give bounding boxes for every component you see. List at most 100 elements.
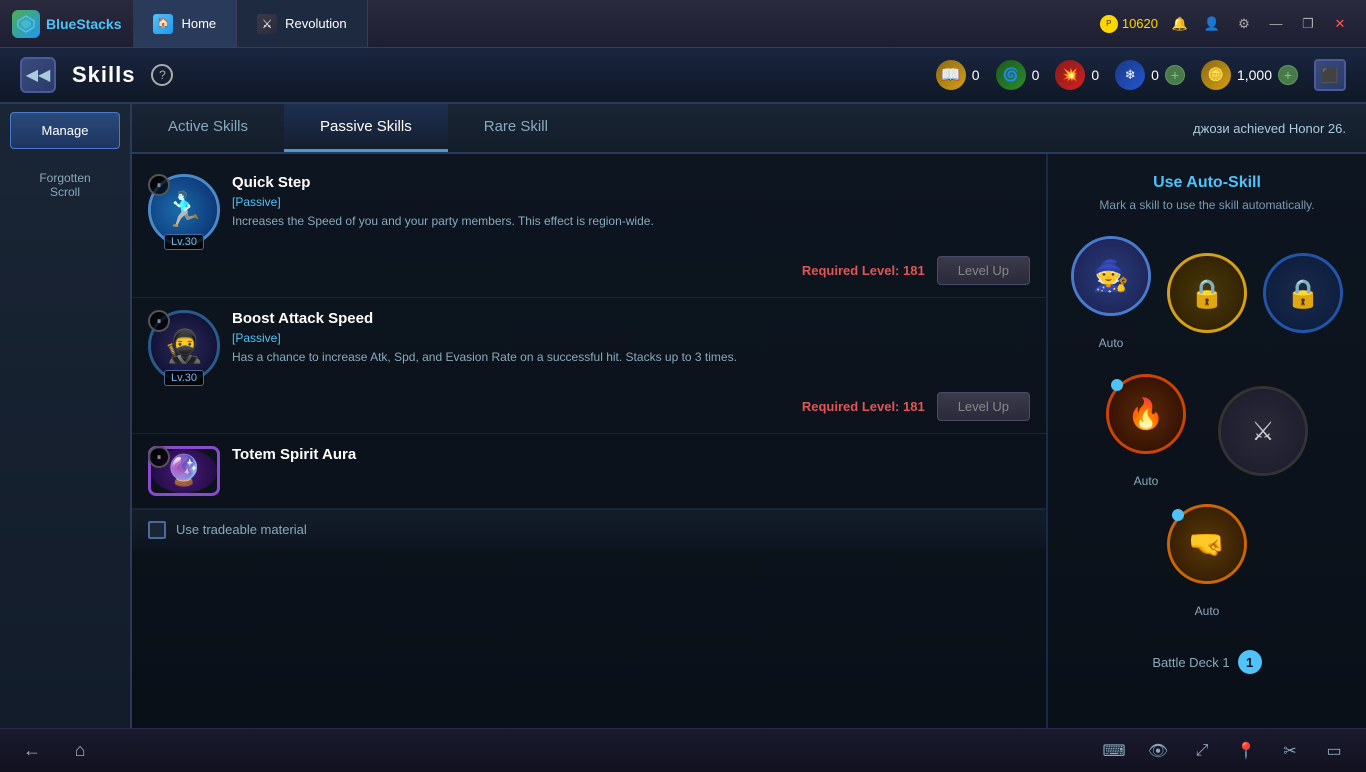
- tab-rare-skill[interactable]: Rare Skill: [448, 104, 584, 152]
- back-icon: ◀◀: [26, 65, 51, 85]
- notification-text: джози achieved Honor 26.: [1193, 121, 1346, 136]
- skill-slot-fist[interactable]: 🤜: [1167, 504, 1247, 584]
- exit-icon: ⬛: [1321, 67, 1338, 84]
- gold-icon: 🪙: [1201, 60, 1231, 90]
- boost-pause-badge[interactable]: ⏸: [148, 310, 170, 332]
- keyboard-icon[interactable]: ⌨: [1098, 735, 1130, 767]
- fullscreen-icon[interactable]: ⤢: [1186, 735, 1218, 767]
- boost-req-level: Required Level: 181: [802, 399, 925, 414]
- notifications-bell[interactable]: 🔔: [1170, 14, 1190, 34]
- fire-label: Auto: [1106, 474, 1186, 488]
- eye-icon[interactable]: 👁: [1142, 735, 1174, 767]
- totem-info: Totem Spirit Aura: [232, 446, 1030, 467]
- skill-main-row-boost: ⏸ Lv.30 Boost Attack Speed [Passive] Has…: [148, 310, 1030, 382]
- tradeable-label: Use tradeable material: [176, 522, 307, 537]
- skill-entry-quick-step: ⏸ Lv.30 Quick Step [Passive] Increases t…: [132, 162, 1046, 298]
- battle-deck-label: Battle Deck 1: [1152, 655, 1229, 670]
- coins-amount: 10620: [1122, 16, 1158, 31]
- boost-info: Boost Attack Speed [Passive] Has a chanc…: [232, 310, 1030, 366]
- sidebar-item-forgotten-scroll[interactable]: ForgottenScroll: [10, 161, 120, 209]
- quick-step-pause-badge[interactable]: ⏸: [148, 174, 170, 196]
- bottom-bar: Use tradeable material: [132, 509, 1046, 549]
- notification-bar: джози achieved Honor 26.: [1173, 104, 1366, 152]
- gold-amount: 1,000: [1237, 67, 1272, 83]
- quick-step-footer: Required Level: 181 Level Up: [148, 256, 1030, 285]
- bluestacks-logo: BlueStacks: [0, 10, 133, 38]
- quick-step-tag: [Passive]: [232, 195, 1030, 209]
- scissors-icon[interactable]: ✂: [1274, 735, 1306, 767]
- gem-blue-amount: 0: [1151, 67, 1159, 83]
- tradeable-checkbox[interactable]: [148, 521, 166, 539]
- warrior-icon: 🧙: [1074, 239, 1148, 313]
- revolution-tab-label: Revolution: [285, 16, 346, 31]
- auto-skill-panel: Use Auto-Skill Mark a skill to use the s…: [1046, 154, 1366, 728]
- book-icon: 📖: [936, 60, 966, 90]
- auto-skill-title: Use Auto-Skill: [1153, 174, 1261, 192]
- slot-row-bottom: 🤜 Auto: [1167, 504, 1247, 618]
- totem-name: Totem Spirit Aura: [232, 446, 1030, 463]
- home-nav-button[interactable]: ⌂: [64, 735, 96, 767]
- taskbar-right: ⌨ 👁 ⤢ 📍 ✂ ▭: [1098, 735, 1350, 767]
- game-header: ◀◀ Skills ? 📖 0 🌀 0 💥 0 ❄ 0 + 🪙: [0, 48, 1366, 104]
- restore-button[interactable]: ❐: [1298, 14, 1318, 34]
- deck-badge[interactable]: 1: [1238, 650, 1262, 674]
- resource-book: 📖 0: [936, 60, 980, 90]
- active-skills-label: Active Skills: [168, 118, 248, 135]
- quick-step-req-level: Required Level: 181: [802, 263, 925, 278]
- boost-tag: [Passive]: [232, 331, 1030, 345]
- gem-red-icon: 💥: [1055, 60, 1085, 90]
- fire-dot: [1111, 379, 1123, 391]
- titlebar: BlueStacks 🏠 Home ⚔ Revolution P 10620 🔔…: [0, 0, 1366, 48]
- coin-icon: P: [1100, 15, 1118, 33]
- close-button[interactable]: ✕: [1330, 14, 1350, 34]
- sidebar-item-manage[interactable]: Manage: [10, 112, 120, 149]
- exit-button[interactable]: ⬛: [1314, 59, 1346, 91]
- location-icon[interactable]: 📍: [1230, 735, 1262, 767]
- skill-slot-warrior[interactable]: 🧙: [1071, 236, 1151, 316]
- user-avatar[interactable]: 👤: [1202, 14, 1222, 34]
- tab-active-skills[interactable]: Active Skills: [132, 104, 284, 152]
- gem-red-amount: 0: [1091, 67, 1099, 83]
- fist-label: Auto: [1167, 604, 1247, 618]
- tab-revolution[interactable]: ⚔ Revolution: [237, 0, 367, 47]
- titlebar-right: P 10620 🔔 👤 ⚙ — ❐ ✕: [1084, 14, 1366, 34]
- taskbar-left: ← ⌂: [16, 735, 96, 767]
- home-tab-label: Home: [181, 16, 216, 31]
- quick-step-level-up-btn[interactable]: Level Up: [937, 256, 1030, 285]
- gem-green-icon: 🌀: [996, 60, 1026, 90]
- quick-step-info: Quick Step [Passive] Increases the Speed…: [232, 174, 1030, 230]
- boost-icon-wrap: ⏸ Lv.30: [148, 310, 220, 382]
- resource-gem-green: 🌀 0: [996, 60, 1040, 90]
- boost-level: Lv.30: [164, 370, 204, 386]
- gem-blue-plus[interactable]: +: [1165, 65, 1185, 85]
- skill-slot-gold-lock[interactable]: 🔒: [1167, 253, 1247, 333]
- fist-dot: [1172, 509, 1184, 521]
- help-button[interactable]: ?: [151, 64, 173, 86]
- totem-icon-wrap: ⏸: [148, 446, 220, 496]
- skill-tabs-row: Active Skills Passive Skills Rare Skill …: [132, 104, 1366, 154]
- blue-lock-icon: 🔒: [1286, 277, 1321, 310]
- home-tab-icon: 🏠: [153, 14, 173, 34]
- main-content: Manage ForgottenScroll Active Skills Pas…: [0, 104, 1366, 728]
- back-nav-button[interactable]: ←: [16, 735, 48, 767]
- weapon-icon: ⚔: [1221, 389, 1305, 473]
- totem-pause-badge[interactable]: ⏸: [148, 446, 170, 468]
- skill-slot-weapon[interactable]: ⚔: [1218, 386, 1308, 476]
- skill-slot-blue-lock[interactable]: 🔒: [1263, 253, 1343, 333]
- slot-row-middle: 🔥 Auto ⚔: [1106, 374, 1308, 488]
- boost-level-up-btn[interactable]: Level Up: [937, 392, 1030, 421]
- bs-logo-icon: [12, 10, 40, 38]
- tab-home[interactable]: 🏠 Home: [133, 0, 237, 47]
- auto-skill-description: Mark a skill to use the skill automatica…: [1099, 198, 1314, 212]
- settings-icon[interactable]: ⚙: [1234, 14, 1254, 34]
- taskbar: ← ⌂ ⌨ 👁 ⤢ 📍 ✂ ▭: [0, 728, 1366, 772]
- tab-passive-skills[interactable]: Passive Skills: [284, 104, 448, 152]
- minimize-button[interactable]: —: [1266, 14, 1286, 34]
- back-button[interactable]: ◀◀: [20, 57, 56, 93]
- skill-slot-fire[interactable]: 🔥: [1106, 374, 1186, 454]
- resource-gold: 🪙 1,000 +: [1201, 60, 1298, 90]
- gem-blue-icon: ❄: [1115, 60, 1145, 90]
- bluestacks-label: BlueStacks: [46, 16, 121, 32]
- window-icon[interactable]: ▭: [1318, 735, 1350, 767]
- gold-plus[interactable]: +: [1278, 65, 1298, 85]
